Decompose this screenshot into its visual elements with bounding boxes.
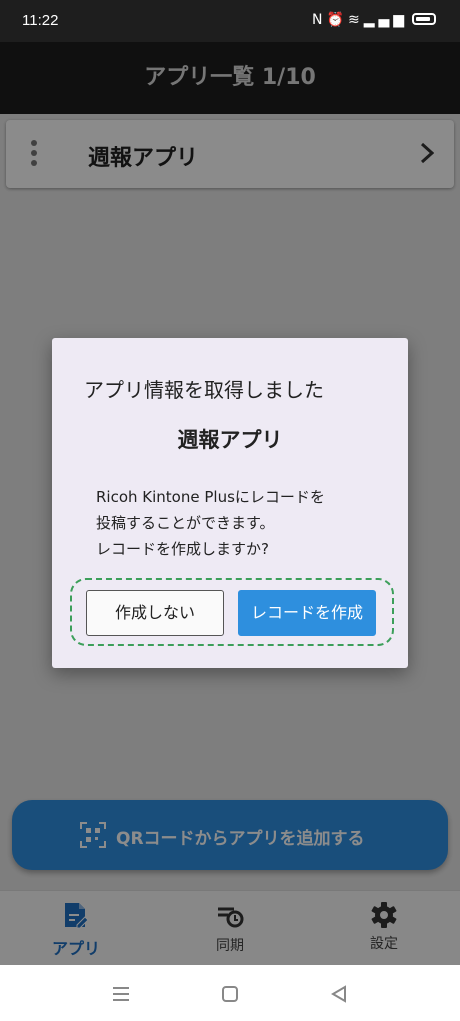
system-nav-bar: [0, 965, 460, 1021]
dialog-actions-highlight: 作成しない レコードを作成: [70, 578, 394, 646]
battery-icon: [412, 13, 436, 25]
status-time: 11:22: [22, 12, 59, 29]
dialog-message-line: 投稿することができます。: [96, 514, 275, 532]
dialog-message-line: Ricoh Kintone Plusにレコードを: [96, 488, 325, 506]
app-info-dialog: アプリ情報を取得しました 週報アプリ Ricoh Kintone Plusにレコ…: [52, 338, 408, 668]
home-icon[interactable]: [219, 983, 241, 1005]
dialog-message-line: レコードを作成しますか?: [96, 540, 269, 558]
dialog-title: アプリ情報を取得しました: [84, 378, 324, 402]
status-icons: N⏰≋▂▄▆: [312, 12, 436, 28]
wifi-icon: ≋: [347, 12, 364, 28]
signal-icon: ▂▄▆: [363, 12, 408, 28]
create-record-button[interactable]: レコードを作成: [238, 590, 376, 636]
nfc-icon: N: [312, 12, 327, 28]
back-icon[interactable]: [328, 983, 350, 1005]
dialog-app-name: 週報アプリ: [177, 428, 283, 452]
recents-menu-icon[interactable]: [110, 983, 132, 1005]
status-bar: 11:22 N⏰≋▂▄▆: [0, 0, 460, 42]
cancel-button[interactable]: 作成しない: [86, 590, 224, 636]
dialog-message: Ricoh Kintone Plusにレコードを 投稿することができます。 レコ…: [96, 484, 325, 562]
alarm-icon: ⏰: [326, 12, 348, 28]
